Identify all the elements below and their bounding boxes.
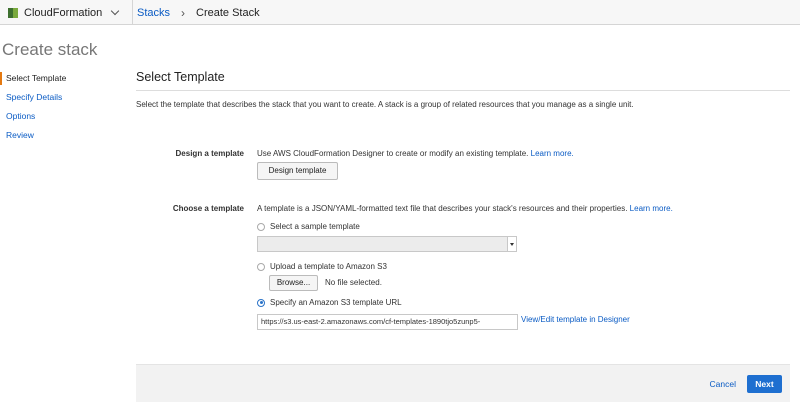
design-template-text: Use AWS CloudFormation Designer to creat…	[257, 149, 529, 158]
breadcrumb-current: Create Stack	[196, 6, 260, 19]
cancel-button[interactable]: Cancel	[710, 379, 736, 389]
design-template-label: Design a template	[175, 149, 244, 158]
choose-template-label: Choose a template	[172, 204, 244, 213]
choose-learn-more-link[interactable]: Learn more.	[630, 204, 673, 213]
chevron-down-icon	[111, 6, 120, 15]
radio-unselected-icon	[257, 222, 265, 231]
next-button[interactable]: Next	[747, 375, 782, 393]
main-content: Select Template Select the template that…	[136, 70, 790, 412]
radio-s3-url-label: Specify an Amazon S3 template URL	[270, 298, 402, 307]
breadcrumb-separator-icon: ›	[181, 5, 186, 20]
design-learn-more-link[interactable]: Learn more.	[531, 149, 574, 158]
design-template-button[interactable]: Design template	[257, 162, 338, 180]
browse-file-button[interactable]: Browse...	[269, 275, 318, 291]
radio-selected-icon	[257, 298, 265, 307]
choose-template-text: A template is a JSON/YAML-formatted text…	[257, 204, 628, 213]
step-options[interactable]: Options	[0, 110, 100, 123]
cloudformation-logo-icon	[8, 7, 18, 18]
radio-upload-s3[interactable]: Upload a template to Amazon S3	[257, 262, 387, 271]
radio-sample-template-label: Select a sample template	[270, 222, 360, 231]
radio-upload-s3-label: Upload a template to Amazon S3	[270, 262, 387, 271]
step-specify-details[interactable]: Specify Details	[0, 91, 100, 104]
radio-sample-template[interactable]: Select a sample template	[257, 222, 360, 231]
service-name: CloudFormation	[24, 6, 103, 19]
radio-s3-url[interactable]: Specify an Amazon S3 template URL	[257, 298, 402, 307]
view-edit-designer-link[interactable]: View/Edit template in Designer	[521, 315, 630, 324]
dropdown-arrow-icon	[507, 237, 516, 251]
step-select-template[interactable]: Select Template	[0, 72, 100, 85]
section-intro: Select the template that describes the s…	[136, 100, 634, 109]
breadcrumb: Stacks › Create Stack	[137, 0, 260, 25]
page-title: Create stack	[2, 40, 98, 59]
design-template-description: Use AWS CloudFormation Designer to creat…	[257, 149, 574, 158]
service-menu[interactable]: CloudFormation	[0, 0, 133, 25]
breadcrumb-stacks-link[interactable]: Stacks	[137, 7, 170, 19]
wizard-steps-nav: Select Template Specify Details Options …	[0, 72, 100, 148]
s3-template-url-input[interactable]: https://s3.us-east-2.amazonaws.com/cf-te…	[257, 314, 518, 330]
sample-template-select[interactable]	[257, 236, 517, 252]
choose-template-description: A template is a JSON/YAML-formatted text…	[257, 204, 673, 213]
wizard-footer: Cancel Next	[136, 364, 790, 402]
radio-unselected-icon	[257, 262, 265, 271]
section-title: Select Template	[136, 70, 790, 91]
step-review[interactable]: Review	[0, 129, 100, 142]
top-navigation-bar: CloudFormation Stacks › Create Stack	[0, 0, 800, 25]
file-selection-status: No file selected.	[325, 278, 382, 287]
